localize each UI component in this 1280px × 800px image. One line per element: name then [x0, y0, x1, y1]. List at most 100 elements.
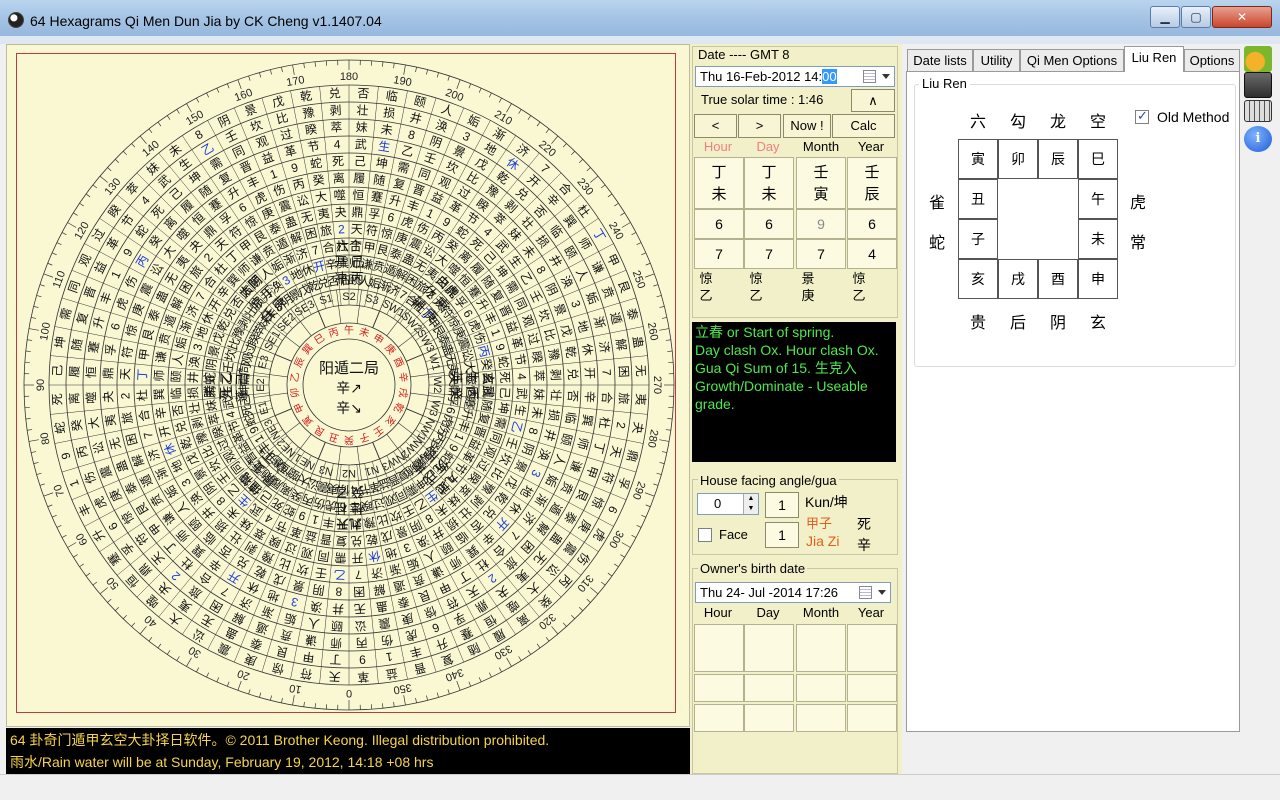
hexagram-char: 讼	[295, 193, 310, 209]
degree-tick	[393, 701, 395, 707]
degree-tick	[166, 650, 171, 655]
calendar-icon[interactable]	[859, 586, 872, 599]
tab-qi-men-options[interactable]: Qi Men Options	[1020, 49, 1124, 71]
tab-date-lists[interactable]: Date lists	[907, 49, 973, 71]
pillar-gate-char: 景	[801, 271, 815, 286]
hexagram-char: 武	[354, 137, 367, 152]
tab-options[interactable]: Options	[1184, 49, 1240, 71]
maximize-button[interactable]: ▢	[1181, 6, 1211, 28]
true-solar-time: True solar time : 1:46	[701, 92, 824, 107]
pillar-header-month: Month	[802, 139, 840, 154]
prev-button[interactable]: <	[694, 114, 737, 138]
hexagram-char: 壮	[187, 401, 203, 415]
hexagram-char: 人	[551, 452, 568, 468]
info-icon[interactable]: i	[1244, 126, 1272, 152]
hexagram-char: 蛊	[114, 458, 131, 474]
hexagram-char: 师	[574, 436, 591, 451]
degree-label: 90	[35, 379, 47, 391]
face-checkbox[interactable]	[698, 528, 712, 542]
degree-tick	[607, 193, 613, 198]
degree-tick	[436, 692, 439, 698]
chevron-down-icon[interactable]	[878, 590, 886, 595]
hexagram-char: 己	[497, 386, 512, 399]
pillar-number-cell: 6	[744, 209, 794, 239]
degree-tick	[536, 643, 541, 649]
degree-tick	[157, 121, 162, 127]
calendar-icon[interactable]	[863, 70, 876, 83]
hexagram-char: 1	[310, 512, 320, 527]
degree-tick	[27, 339, 33, 341]
degree-label: 300	[606, 528, 626, 550]
open-folder-icon[interactable]	[1244, 46, 1272, 72]
luopan-compass-wheel[interactable]: 0102030405060708090100110120130140150160…	[18, 54, 680, 716]
chevron-down-icon[interactable]	[882, 74, 890, 79]
hexagram-char: 随	[479, 398, 496, 412]
degree-label: 20	[236, 667, 252, 682]
hexagram-char: 乙	[508, 419, 525, 434]
degree-tick	[478, 87, 482, 93]
hexagram-char: 无	[107, 436, 124, 451]
center-stem-down: 辛↘	[336, 400, 362, 416]
hexagram-char: 临	[385, 89, 399, 105]
liu-ren-branch-cell: 申	[1078, 259, 1118, 299]
center-stem-up: 辛↗	[336, 380, 362, 396]
birth-date-picker[interactable]: Thu 24- Jul -2014 17:26	[695, 582, 891, 603]
hexagram-char: 6	[430, 620, 441, 636]
hexagram-char: 否	[565, 390, 580, 403]
calc-button[interactable]: Calc	[832, 114, 895, 138]
hexagram-char: 地	[383, 544, 398, 561]
date-time-picker[interactable]: Thu 16-Feb-2012 14:00	[695, 66, 895, 87]
hexagram-char: 1	[488, 327, 504, 338]
hexagram-char: 解	[130, 452, 147, 468]
keyboard-icon[interactable]	[1244, 100, 1272, 122]
hexagram-char: 大	[314, 189, 328, 205]
owner-caption: Owner's birth date	[698, 561, 808, 576]
degree-tick	[36, 295, 42, 298]
owner-pillar-cell	[744, 704, 794, 732]
spinner-arrows-icon[interactable]: ▲ ▼	[743, 494, 758, 514]
degree-tick	[661, 451, 667, 453]
degree-tick	[645, 504, 651, 508]
up-button[interactable]: ∧	[851, 89, 895, 112]
hexagram-char: 休	[367, 548, 381, 564]
degree-tick	[415, 697, 417, 703]
close-button[interactable]: ✕	[1212, 6, 1272, 28]
degree-tick	[488, 92, 492, 98]
degree-tick	[426, 69, 428, 75]
hexagram-char: 惊	[123, 323, 140, 338]
hexagram-char: 颐	[412, 94, 427, 110]
old-method-checkbox[interactable]	[1135, 108, 1149, 124]
liu-ren-branch-cell: 未	[1078, 219, 1118, 259]
degree-tick	[47, 504, 53, 508]
hexagram-char: 晋	[82, 284, 99, 300]
degree-tick	[415, 67, 417, 73]
degree-tick	[667, 350, 673, 352]
degree-tick	[586, 167, 591, 172]
hexagram-char: 益	[503, 319, 520, 335]
compass-wheel-panel: 0 10 20 30 40 50 60 70 80 90 100 110 120 130 140 150 160…	[6, 44, 690, 727]
degree-tick	[659, 328, 670, 331]
hexagram-char: 艮	[615, 279, 632, 295]
hexagram-char: 阴	[312, 582, 326, 598]
pillar-gate-char: 惊	[749, 271, 763, 286]
next-button[interactable]: >	[738, 114, 781, 138]
minimize-button[interactable]: ▁	[1150, 6, 1180, 28]
now-button[interactable]: Now !	[783, 114, 831, 138]
tab-liu-ren[interactable]: Liu Ren	[1124, 46, 1184, 72]
liu-ren-general: 常	[1130, 235, 1147, 252]
owner-header-hour: Hour	[703, 605, 733, 620]
hexagram-char: 济	[596, 340, 613, 354]
degree-tick	[659, 462, 665, 464]
hexagram-char: 人	[439, 102, 455, 119]
facing-angle-spinner[interactable]: 0 ▲ ▼	[697, 493, 759, 515]
save-disk-icon[interactable]	[1244, 72, 1272, 98]
degree-tick	[33, 462, 39, 464]
degree-label: 320	[536, 611, 558, 632]
hexagram-char: 2	[201, 250, 216, 265]
copyright-text: 64 卦奇门遁甲玄空大卦择日软件。© 2011 Brother Keong. I…	[10, 732, 550, 748]
tab-utility[interactable]: Utility	[973, 49, 1020, 71]
degree-label: 190	[392, 74, 412, 89]
degree-tick	[303, 701, 305, 707]
sector-label: E3	[256, 354, 271, 370]
hexagram-char: 惊	[270, 660, 285, 677]
